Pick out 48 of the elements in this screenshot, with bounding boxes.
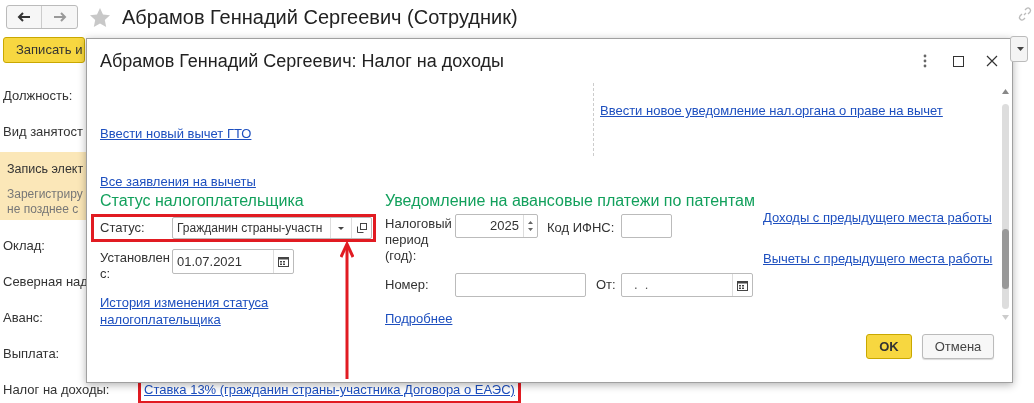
- number-field[interactable]: [455, 273, 586, 297]
- more-icon[interactable]: [923, 54, 927, 68]
- left-arrow-icon: [17, 12, 31, 22]
- deduction-link[interactable]: Ввести новый вычет ГТО: [100, 124, 252, 144]
- field-label: Статус:: [100, 219, 146, 238]
- field-label: Налоговый период (год):: [385, 216, 453, 264]
- date-field[interactable]: 01.07.2021: [172, 249, 294, 274]
- field-label: Номер:: [385, 276, 430, 295]
- notice-title: Запись элект: [7, 161, 84, 178]
- save-button[interactable]: Записать и: [3, 37, 86, 63]
- details-link[interactable]: Подробнее: [385, 309, 453, 329]
- field-label: Установлен с:: [100, 250, 171, 282]
- dialog-title: Абрамов Геннадий Сергеевич: Налог на доходы: [100, 49, 505, 73]
- year-spinbox[interactable]: 2025: [455, 214, 538, 238]
- field-label: Должность:: [3, 87, 73, 106]
- deduction-link[interactable]: Все заявления на вычеты: [100, 171, 256, 191]
- notice-text: Зарегистриру не позднее с: [7, 186, 83, 217]
- dropdown-button[interactable]: [1010, 36, 1028, 62]
- notification-link[interactable]: Ввести новое уведомление нал.органа о праве на вычет: [600, 103, 943, 118]
- ok-button[interactable]: OK: [866, 334, 912, 359]
- caret-icon: [1017, 47, 1024, 51]
- window-title: Абрамов Геннадий Сергеевич (Сотрудник): [122, 5, 518, 30]
- section-heading: Уведомление на авансовые платежи по патентам: [385, 191, 755, 211]
- ifns-field[interactable]: [621, 214, 672, 238]
- cancel-button[interactable]: Отмена: [922, 334, 994, 359]
- field-label: Аванс:: [3, 309, 43, 328]
- right-arrow-icon: [52, 12, 67, 22]
- section-heading: Статус налогоплательщика: [100, 191, 304, 211]
- field-label: Вид занятост: [3, 123, 84, 142]
- field-label: От:: [596, 276, 617, 295]
- field-label: Код ИФНС:: [547, 219, 616, 237]
- field-label: Оклад:: [3, 237, 45, 256]
- previous-job-link[interactable]: Доходы с предыдущего места работы: [763, 208, 992, 228]
- combobox-value: Гражданин страны-участн: [177, 221, 323, 235]
- tax-rate-link[interactable]: Ставка 13% (гражданин страны-участника Договора о ЕАЭС): [144, 380, 515, 400]
- scroll-thumb[interactable]: [1001, 229, 1009, 289]
- scroll-up-icon[interactable]: [1001, 89, 1009, 94]
- scrollbar[interactable]: [1000, 89, 1010, 321]
- maximize-icon[interactable]: [953, 55, 964, 67]
- link-icon[interactable]: [1017, 6, 1033, 22]
- field-label: Выплата:: [3, 345, 60, 364]
- date-field[interactable]: . .: [621, 273, 753, 297]
- star-icon[interactable]: [90, 7, 110, 27]
- field-label: Налог на доходы:: [3, 381, 111, 400]
- previous-job-link[interactable]: Вычеты с предыдущего места работы: [763, 248, 993, 268]
- close-icon[interactable]: [986, 55, 998, 67]
- status-combobox[interactable]: Гражданин страны-участн: [172, 217, 372, 239]
- history-link[interactable]: История изменения статуса налогоплательщика: [100, 294, 290, 328]
